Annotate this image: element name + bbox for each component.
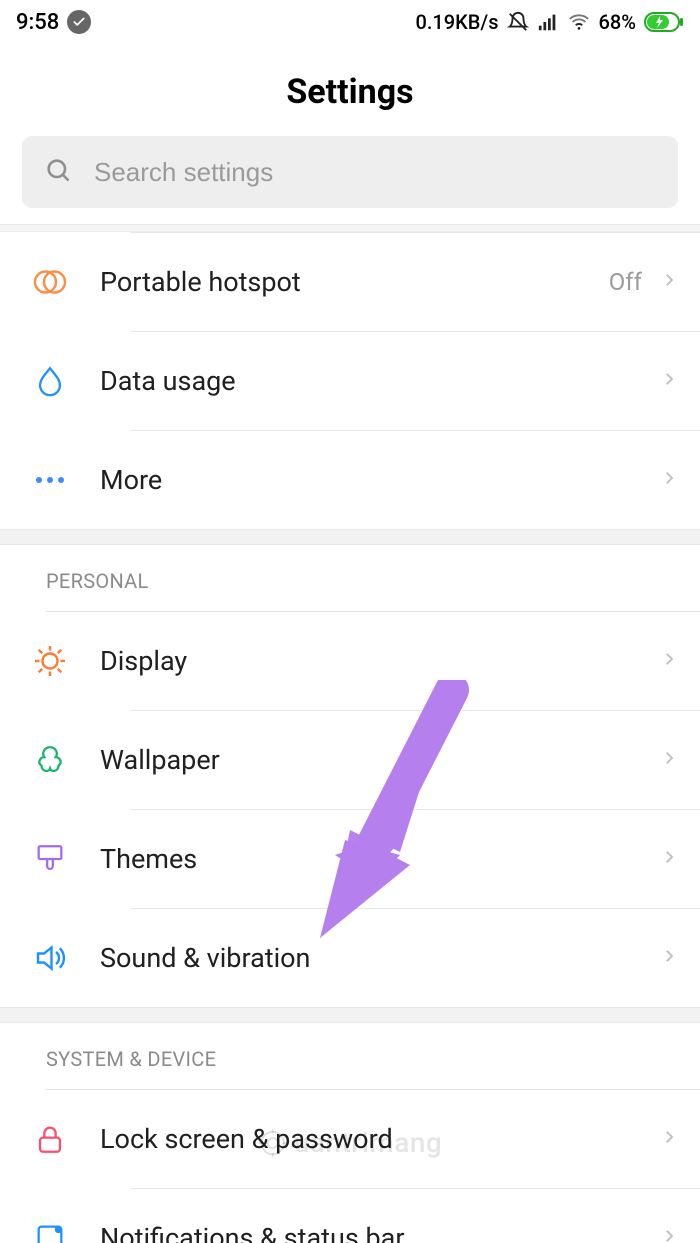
hotspot-icon xyxy=(0,264,100,300)
battery-charging-icon xyxy=(644,12,684,32)
status-left: 9:58 xyxy=(16,10,91,35)
check-icon xyxy=(67,10,91,34)
row-lock-screen[interactable]: Lock screen & password xyxy=(0,1090,700,1188)
battery-percent: 68% xyxy=(599,10,636,34)
section-header-personal: PERSONAL xyxy=(0,545,700,611)
row-display[interactable]: Display xyxy=(0,612,700,710)
data-rate: 0.19KB/s xyxy=(416,10,499,34)
row-portable-hotspot[interactable]: Portable hotspot Off xyxy=(0,233,700,331)
more-icon xyxy=(0,475,100,485)
row-label: Notifications & status bar xyxy=(100,1222,660,1243)
row-themes[interactable]: Themes xyxy=(0,810,700,908)
droplet-icon xyxy=(0,364,100,398)
row-label: Lock screen & password xyxy=(100,1123,660,1155)
status-right: 0.19KB/s 68% xyxy=(416,10,685,34)
chevron-right-icon xyxy=(660,645,678,677)
mute-icon xyxy=(507,11,529,33)
section-gap xyxy=(0,529,700,545)
search-container xyxy=(0,136,700,224)
sound-icon xyxy=(0,940,100,976)
chevron-right-icon xyxy=(660,266,678,298)
chevron-right-icon xyxy=(660,942,678,974)
brush-icon xyxy=(0,842,100,876)
row-label: Sound & vibration xyxy=(100,942,660,974)
search-icon xyxy=(44,156,72,188)
row-label: Data usage xyxy=(100,365,660,397)
section-header-system: SYSTEM & DEVICE xyxy=(0,1023,700,1089)
notification-icon xyxy=(0,1221,100,1243)
chevron-right-icon xyxy=(660,1123,678,1155)
chevron-right-icon xyxy=(660,744,678,776)
row-notifications[interactable]: Notifications & status bar xyxy=(0,1189,700,1243)
chevron-right-icon xyxy=(660,1222,678,1243)
search-box[interactable] xyxy=(22,136,678,208)
row-more[interactable]: More xyxy=(0,431,700,529)
flower-icon xyxy=(0,743,100,777)
section-gap xyxy=(0,1007,700,1023)
chevron-right-icon xyxy=(660,365,678,397)
settings-screen: 9:58 0.19KB/s 68% Settings xyxy=(0,0,700,1243)
row-data-usage[interactable]: Data usage xyxy=(0,332,700,430)
clock: 9:58 xyxy=(16,10,59,35)
sun-icon xyxy=(0,643,100,679)
page-title: Settings xyxy=(0,44,700,136)
group-divider-top xyxy=(0,224,700,232)
signal-icon xyxy=(537,11,559,33)
wifi-icon xyxy=(567,11,591,33)
chevron-right-icon xyxy=(660,843,678,875)
row-label: More xyxy=(100,464,660,496)
row-wallpaper[interactable]: Wallpaper xyxy=(0,711,700,809)
search-input[interactable] xyxy=(94,157,656,188)
chevron-right-icon xyxy=(660,464,678,496)
row-value: Off xyxy=(609,268,642,296)
row-label: Display xyxy=(100,645,660,677)
lock-icon xyxy=(0,1122,100,1156)
status-bar: 9:58 0.19KB/s 68% xyxy=(0,0,700,44)
row-label: Wallpaper xyxy=(100,744,660,776)
row-label: Portable hotspot xyxy=(100,266,609,298)
row-sound-vibration[interactable]: Sound & vibration xyxy=(0,909,700,1007)
row-label: Themes xyxy=(100,843,660,875)
